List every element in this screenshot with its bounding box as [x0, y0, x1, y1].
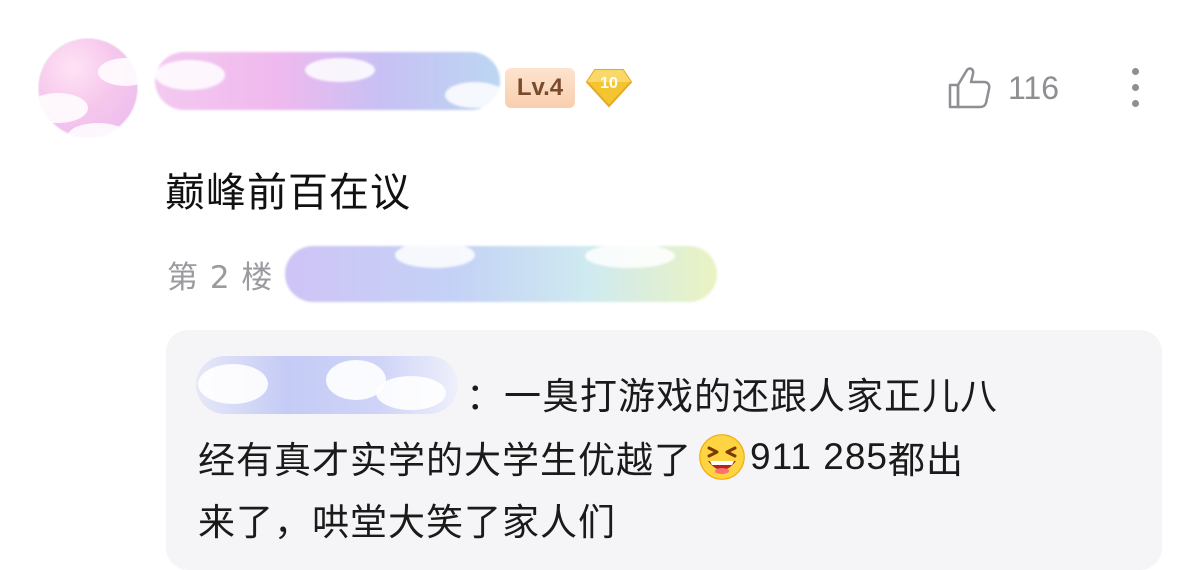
avatar[interactable]	[38, 38, 138, 138]
reply-text-line-2-end: 都出	[888, 439, 964, 482]
reply-text-line-1: ：一臭打游戏的还跟人家正儿八	[466, 375, 998, 418]
thumbs-up-icon	[948, 67, 991, 109]
like-button[interactable]: 116	[946, 64, 1059, 112]
more-dot	[1132, 84, 1139, 91]
reply-numbers: 911 285	[750, 436, 888, 477]
meta-obscured	[285, 242, 717, 302]
floor-label: 第 2 楼	[167, 260, 274, 296]
honor-badge: 10	[585, 68, 633, 108]
reply-text-line-2: 经有真才实学的大学生优越了 911 285 都出	[198, 430, 964, 484]
level-badge: Lv.4	[505, 68, 575, 108]
reply-author-obscured[interactable]	[196, 356, 458, 414]
honor-badge-value: 10	[600, 75, 618, 92]
more-options-button[interactable]	[1122, 64, 1150, 112]
more-vertical-icon	[1132, 68, 1139, 75]
reply-preview[interactable]: ：一臭打游戏的还跟人家正儿八 经有真才实学的大学生优越了 911 285 都出 …	[166, 330, 1162, 570]
like-count: 116	[1008, 69, 1060, 106]
reply-text-line-3: 来了，哄堂大笑了家人们	[198, 501, 616, 544]
username-obscured[interactable]	[155, 52, 505, 110]
comment-text: 巅峰前百在议	[165, 170, 411, 216]
grinning-squinting-emoji-icon	[699, 434, 745, 480]
more-dot	[1132, 100, 1139, 107]
reply-text-line-2-start: 经有真才实学的大学生优越了	[198, 439, 692, 482]
